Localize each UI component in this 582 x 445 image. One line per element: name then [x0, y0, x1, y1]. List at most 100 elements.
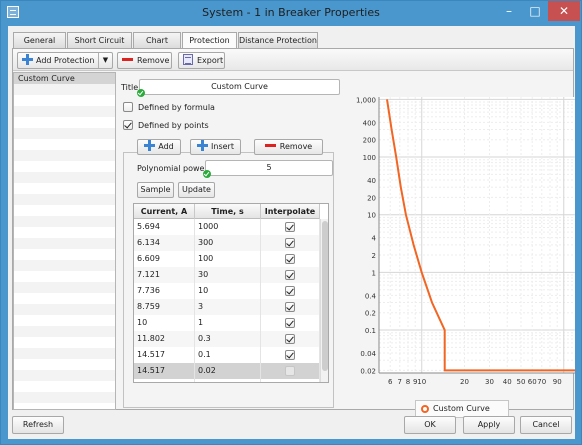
table-row[interactable]: 6.134 300 — [134, 235, 320, 251]
cell-interpolate — [261, 283, 320, 299]
cell-current[interactable]: 11.802 — [134, 331, 195, 347]
tab-general[interactable]: General — [13, 32, 66, 48]
column-header-time[interactable]: Time, s — [195, 204, 261, 219]
tab-chart[interactable]: Chart — [133, 32, 181, 48]
list-empty-row — [14, 95, 115, 106]
list-empty-row — [14, 216, 115, 227]
interpolate-checkbox[interactable] — [285, 318, 295, 328]
interpolate-checkbox[interactable] — [285, 222, 295, 232]
cell-time[interactable]: 1 — [195, 315, 261, 331]
cell-time[interactable]: 1000 — [195, 219, 261, 235]
polynomial-power-field[interactable]: 5 — [205, 160, 333, 176]
vertical-scrollbar[interactable] — [320, 219, 328, 382]
tab-short-circuit[interactable]: Short Circuit — [67, 32, 132, 48]
interpolate-checkbox[interactable] — [285, 334, 295, 344]
cell-current[interactable]: 7.121 — [134, 267, 195, 283]
table-row[interactable]: 8.759 3 — [134, 299, 320, 315]
cell-current[interactable]: 6.609 — [134, 251, 195, 267]
interpolate-checkbox[interactable] — [285, 382, 295, 383]
x-tick-label: 20 — [460, 378, 469, 386]
protection-toolbar: Add Protection ▼ Remove Export — [13, 49, 573, 71]
table-row[interactable]: 7.736 10 — [134, 283, 320, 299]
y-tick-label: 0.2 — [365, 310, 376, 318]
cell-time[interactable]: 0.1 — [195, 347, 261, 363]
y-tick-label: 1 — [372, 269, 376, 277]
cell-current[interactable]: 7.736 — [134, 283, 195, 299]
table-row[interactable]: 7.121 30 — [134, 267, 320, 283]
ok-button[interactable]: OK — [404, 416, 456, 434]
column-header-interpolate[interactable]: Interpolate — [261, 204, 320, 219]
cell-current[interactable]: 5.694 — [134, 219, 195, 235]
y-tick-label: 400 — [363, 119, 376, 127]
maximize-icon[interactable]: □ — [522, 1, 548, 21]
list-empty-row — [14, 315, 115, 326]
defined-by-formula-label: Defined by formula — [138, 103, 215, 112]
x-tick-label: 7 — [398, 378, 402, 386]
cell-interpolate — [261, 379, 320, 383]
cell-interpolate — [261, 299, 320, 315]
update-button[interactable]: Update — [178, 182, 215, 198]
cell-current[interactable]: 8.759 — [134, 299, 195, 315]
table-row[interactable]: 14.517 0.1 — [134, 347, 320, 363]
table-row[interactable]: 11.802 0.3 — [134, 331, 320, 347]
tab-distance-protection[interactable]: Distance Protection — [238, 32, 318, 48]
y-tick-label: 4 — [372, 235, 377, 243]
list-empty-row — [14, 381, 115, 392]
interpolate-checkbox[interactable] — [285, 302, 295, 312]
cell-current[interactable]: 10 — [134, 315, 195, 331]
remove-protection-button[interactable]: Remove — [117, 52, 172, 69]
table-row[interactable]: 5.694 1000 — [134, 219, 320, 235]
defined-by-points-checkbox[interactable] — [123, 120, 133, 130]
cell-time[interactable]: 10 — [195, 283, 261, 299]
cell-current[interactable]: 150 — [134, 379, 195, 382]
scroll-thumb[interactable] — [322, 221, 328, 371]
y-tick-label: 1,000 — [356, 97, 376, 104]
insert-point-button[interactable]: Insert — [190, 139, 241, 155]
column-header-current[interactable]: Current, A — [134, 204, 195, 219]
table-row[interactable]: 10 1 — [134, 315, 320, 331]
cancel-button[interactable]: Cancel — [520, 416, 572, 434]
list-empty-row — [14, 227, 115, 238]
table-row[interactable]: 6.609 100 — [134, 251, 320, 267]
minimize-icon[interactable]: – — [496, 1, 522, 21]
curves-list[interactable]: Custom Curve — [13, 72, 116, 410]
cell-time[interactable]: 300 — [195, 235, 261, 251]
x-tick-label: 50 — [517, 378, 526, 386]
interpolate-checkbox[interactable] — [285, 366, 295, 376]
points-table: Current, A Time, s Interpolate 5.694 1000… — [133, 203, 329, 383]
interpolate-checkbox[interactable] — [285, 350, 295, 360]
cell-time[interactable]: 0.3 — [195, 331, 261, 347]
cell-current[interactable]: 14.517 — [134, 347, 195, 363]
cell-time[interactable]: 3 — [195, 299, 261, 315]
chevron-down-icon[interactable]: ▼ — [98, 53, 112, 68]
defined-by-formula-checkbox[interactable] — [123, 102, 133, 112]
remove-point-button[interactable]: Remove — [254, 139, 323, 155]
dialog-client: General Short Circuit Chart Protection D… — [8, 26, 575, 439]
curve-chart: 1,000 400 200 100 40 20 10 4 2 1 0.4 0.2 0.1 0.04 0.02… — [356, 97, 575, 386]
cell-current[interactable]: 14.517 — [134, 363, 195, 379]
title-field[interactable]: Custom Curve — [139, 79, 340, 95]
add-protection-button[interactable]: Add Protection ▼ — [17, 52, 113, 69]
list-empty-row — [14, 194, 115, 205]
x-tick-label: 8 — [406, 378, 410, 386]
export-button[interactable]: Export — [178, 52, 225, 69]
table-row[interactable]: 14.517 0.02 — [134, 363, 320, 379]
cell-time[interactable]: 0.02 — [195, 379, 261, 382]
add-point-button[interactable]: Add — [137, 139, 181, 155]
interpolate-checkbox[interactable] — [285, 270, 295, 280]
cell-time[interactable]: 100 — [195, 251, 261, 267]
interpolate-checkbox[interactable] — [285, 254, 295, 264]
y-tick-label: 0.04 — [360, 350, 376, 358]
cell-current[interactable]: 6.134 — [134, 235, 195, 251]
close-icon[interactable]: ✕ — [548, 1, 580, 21]
interpolate-checkbox[interactable] — [285, 286, 295, 296]
apply-button[interactable]: Apply — [463, 416, 515, 434]
table-row[interactable]: 1500.02 — [134, 379, 320, 383]
cell-time[interactable]: 0.02 — [195, 363, 261, 379]
list-item[interactable]: Custom Curve — [14, 73, 115, 84]
refresh-button[interactable]: Refresh — [12, 416, 64, 434]
cell-time[interactable]: 30 — [195, 267, 261, 283]
sample-button[interactable]: Sample — [137, 182, 174, 198]
tab-protection[interactable]: Protection — [182, 32, 237, 49]
interpolate-checkbox[interactable] — [285, 238, 295, 248]
